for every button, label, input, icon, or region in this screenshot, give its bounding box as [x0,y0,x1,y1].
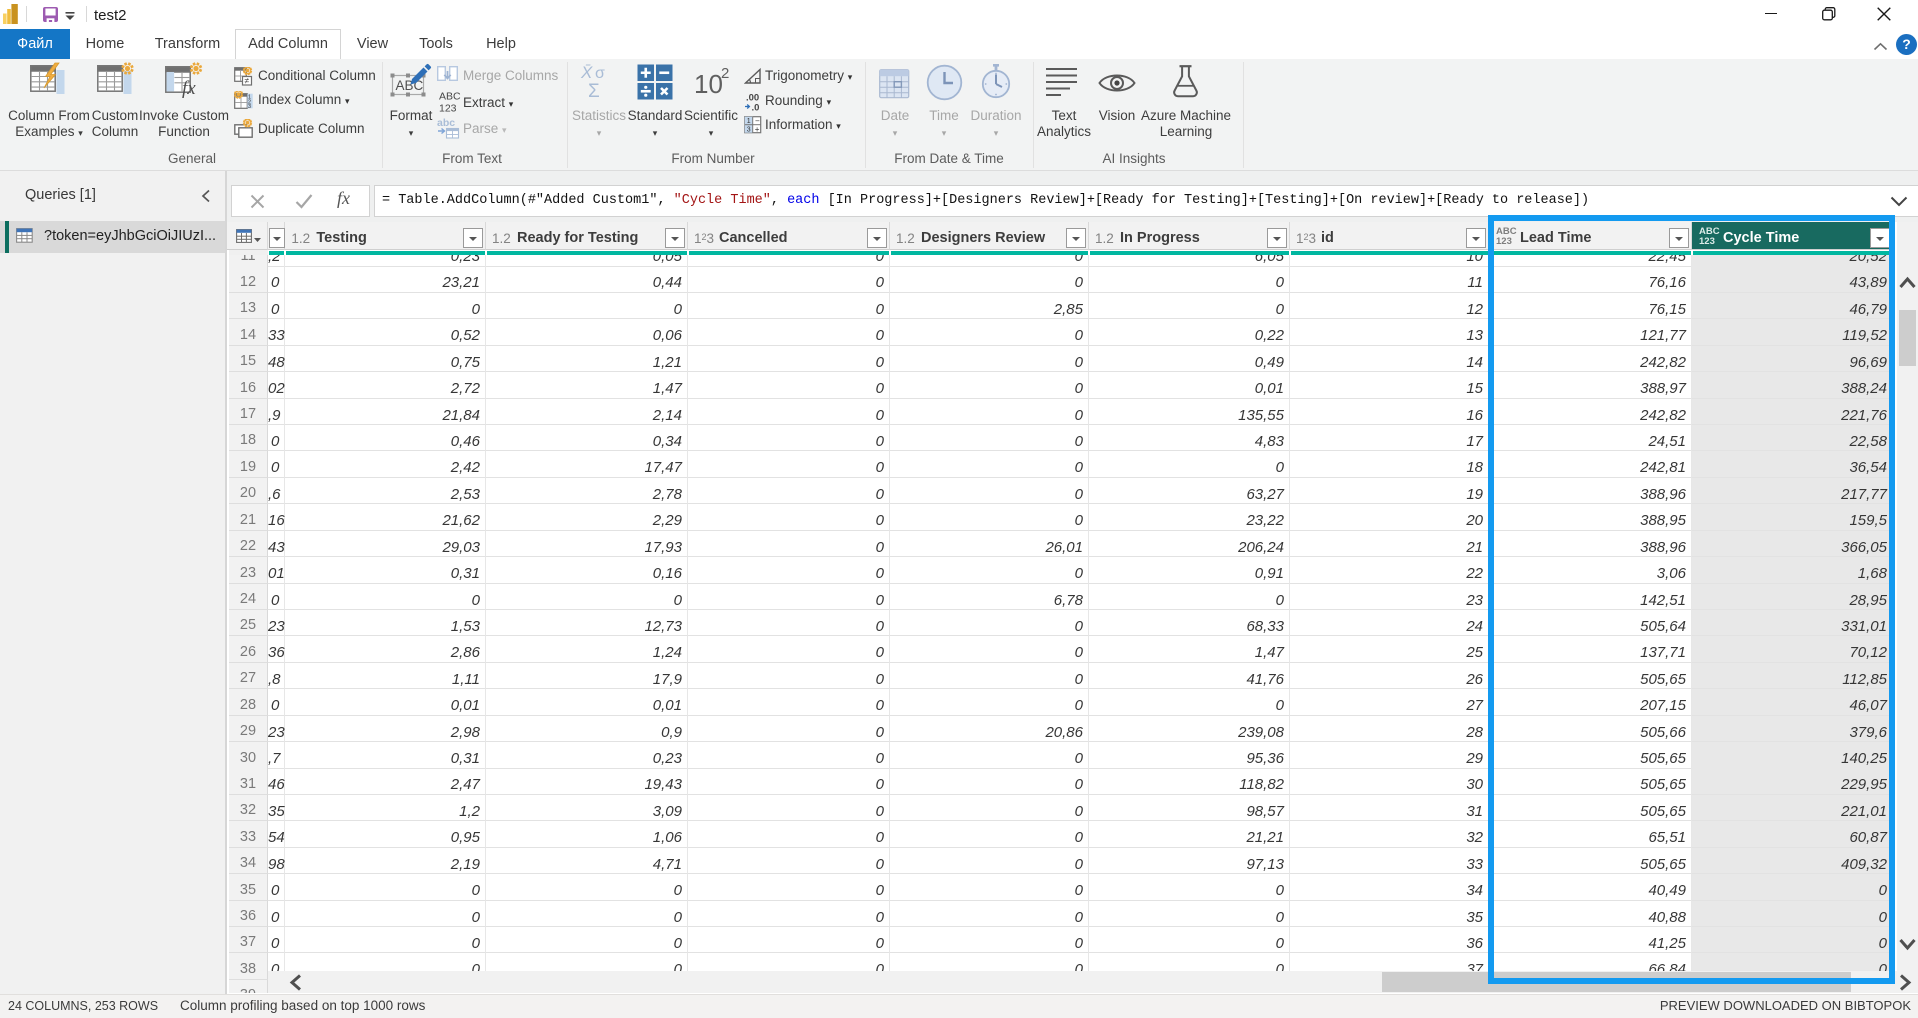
svg-text:σ: σ [595,65,605,82]
svg-text:1: 1 [747,118,751,125]
svg-text:X̄: X̄ [580,64,593,82]
svg-text:2: 2 [721,65,729,82]
svg-text:.0: .0 [752,103,760,113]
svg-text:10: 10 [694,69,723,99]
svg-text:fx: fx [182,78,196,99]
svg-text:3: 3 [747,127,751,134]
svg-text:Σ: Σ [588,81,600,100]
svg-text:3: 3 [248,104,251,110]
svg-text:+: + [755,125,760,134]
svg-text:abc: abc [437,117,455,129]
svg-text:ABC: ABC [396,78,424,93]
svg-text:ABC: ABC [439,91,461,103]
svg-text:123: 123 [439,103,457,115]
svg-text:≠: ≠ [244,76,249,86]
